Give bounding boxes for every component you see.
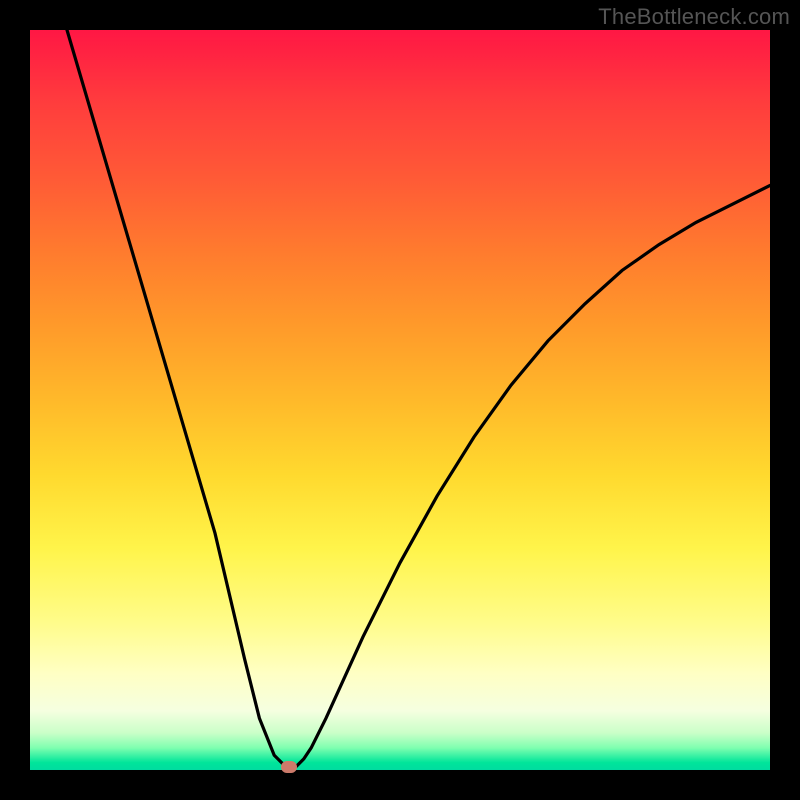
watermark-text: TheBottleneck.com: [598, 4, 790, 30]
bottleneck-curve: [67, 30, 770, 770]
optimum-marker: [281, 761, 297, 773]
curve-svg: [30, 30, 770, 770]
chart-frame: TheBottleneck.com: [0, 0, 800, 800]
